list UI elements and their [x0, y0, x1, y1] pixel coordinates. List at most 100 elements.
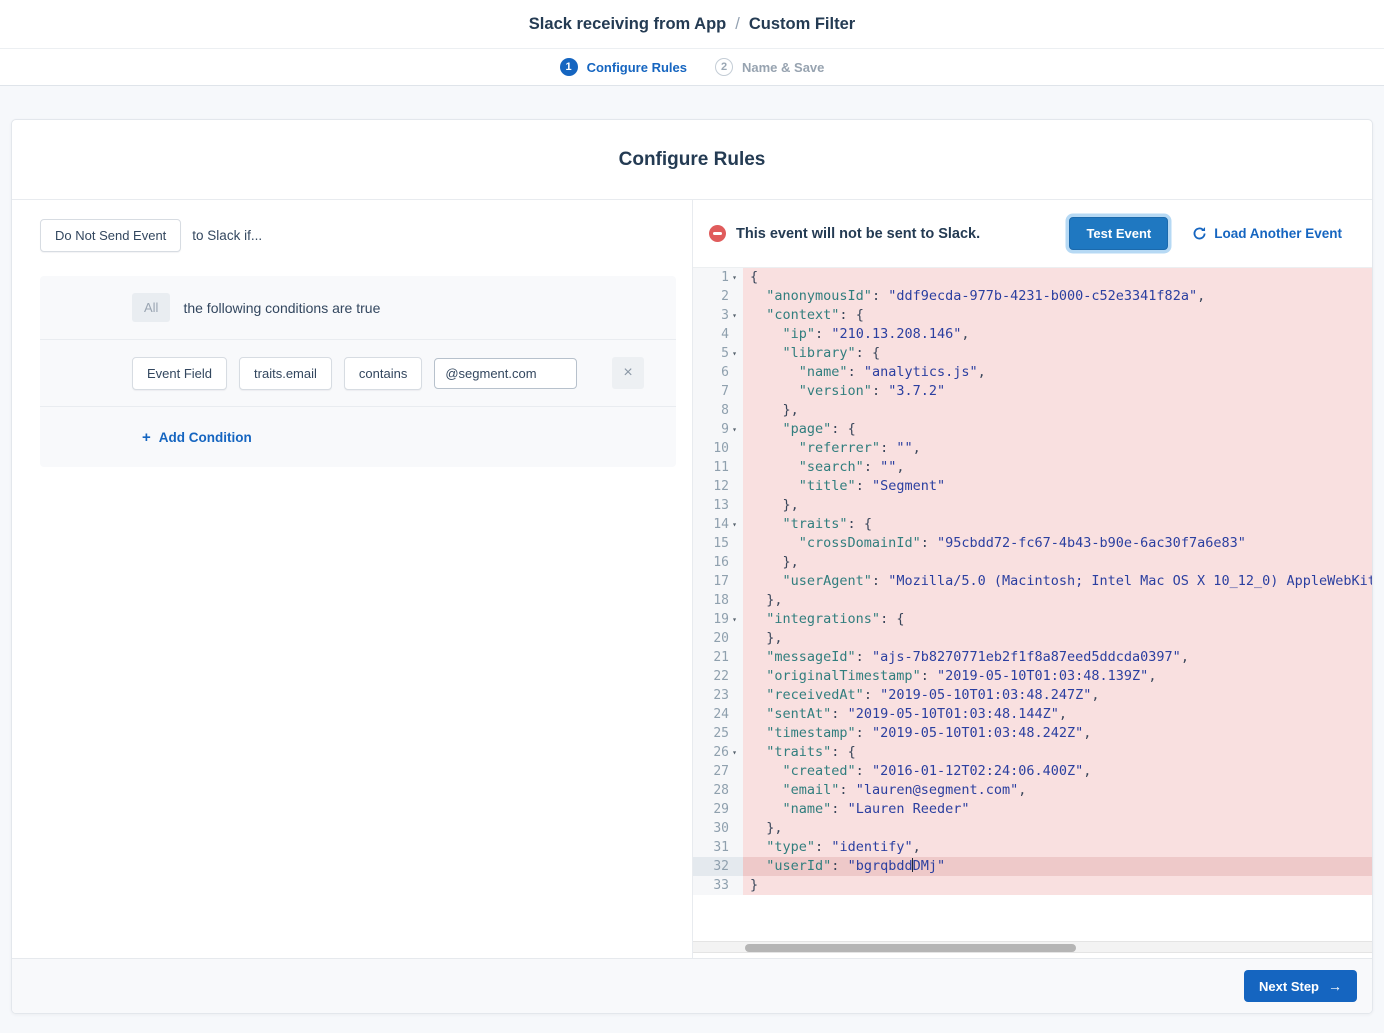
json-editor[interactable]: 1▾{2 "anonymousId": "ddf9ecda-977b-4231-…: [693, 267, 1372, 958]
editor-line-12[interactable]: 12 "title": "Segment": [693, 477, 1372, 496]
editor-code-cell[interactable]: },: [743, 496, 1372, 515]
editor-line-25[interactable]: 25 "timestamp": "2019-05-10T01:03:48.242…: [693, 724, 1372, 743]
editor-code-cell[interactable]: "crossDomainId": "95cbdd72-fc67-4b43-b90…: [743, 534, 1372, 553]
editor-code-cell[interactable]: },: [743, 401, 1372, 420]
editor-line-31[interactable]: 31 "type": "identify",: [693, 838, 1372, 857]
editor-line-2[interactable]: 2 "anonymousId": "ddf9ecda-977b-4231-b00…: [693, 287, 1372, 306]
editor-line-4[interactable]: 4 "ip": "210.13.208.146",: [693, 325, 1372, 344]
editor-line-7[interactable]: 7 "version": "3.7.2": [693, 382, 1372, 401]
editor-line-19[interactable]: 19▾ "integrations": {: [693, 610, 1372, 629]
fold-arrow-icon[interactable]: ▾: [729, 420, 740, 439]
editor-code-cell[interactable]: "originalTimestamp": "2019-05-10T01:03:4…: [743, 667, 1372, 686]
editor-code-cell[interactable]: "version": "3.7.2": [743, 382, 1372, 401]
line-number: 6: [721, 363, 729, 382]
editor-line-14[interactable]: 14▾ "traits": {: [693, 515, 1372, 534]
load-another-event-label: Load Another Event: [1214, 226, 1342, 241]
editor-code-cell[interactable]: },: [743, 819, 1372, 838]
editor-line-1[interactable]: 1▾{: [693, 268, 1372, 287]
remove-condition-button[interactable]: ×: [612, 357, 644, 389]
editor-code-cell[interactable]: "name": "analytics.js",: [743, 363, 1372, 382]
editor-code-cell[interactable]: "context": {: [743, 306, 1372, 325]
editor-code-cell[interactable]: "email": "lauren@segment.com",: [743, 781, 1372, 800]
editor-code-cell[interactable]: },: [743, 629, 1372, 648]
line-number: 10: [713, 439, 729, 458]
editor-code-cell[interactable]: "ip": "210.13.208.146",: [743, 325, 1372, 344]
editor-line-8[interactable]: 8 },: [693, 401, 1372, 420]
editor-line-9[interactable]: 9▾ "page": {: [693, 420, 1372, 439]
editor-code-cell[interactable]: "search": "",: [743, 458, 1372, 477]
editor-code-cell[interactable]: "integrations": {: [743, 610, 1372, 629]
editor-code-cell[interactable]: "name": "Lauren Reeder": [743, 800, 1372, 819]
add-condition-button[interactable]: + Add Condition: [142, 429, 252, 446]
fold-arrow-icon[interactable]: ▾: [729, 515, 740, 534]
editor-hscrollbar-thumb[interactable]: [745, 944, 1076, 952]
editor-code-cell[interactable]: "userAgent": "Mozilla/5.0 (Macintosh; In…: [743, 572, 1372, 591]
editor-line-18[interactable]: 18 },: [693, 591, 1372, 610]
editor-code-cell[interactable]: {: [743, 268, 1372, 287]
fold-arrow-icon[interactable]: ▾: [729, 743, 740, 762]
editor-code-cell[interactable]: "referrer": "",: [743, 439, 1372, 458]
editor-line-6[interactable]: 6 "name": "analytics.js",: [693, 363, 1372, 382]
editor-line-23[interactable]: 23 "receivedAt": "2019-05-10T01:03:48.24…: [693, 686, 1372, 705]
editor-code-cell[interactable]: "userId": "bgrqbddDMj": [743, 857, 1372, 876]
editor-line-20[interactable]: 20 },: [693, 629, 1372, 648]
editor-code-cell[interactable]: "traits": {: [743, 743, 1372, 762]
editor-line-5[interactable]: 5▾ "library": {: [693, 344, 1372, 363]
step-configure-rules[interactable]: 1 Configure Rules: [560, 58, 687, 76]
editor-line-24[interactable]: 24 "sentAt": "2019-05-10T01:03:48.144Z",: [693, 705, 1372, 724]
condition-value-input[interactable]: [434, 358, 577, 389]
editor-line-29[interactable]: 29 "name": "Lauren Reeder": [693, 800, 1372, 819]
editor-code-cell[interactable]: "receivedAt": "2019-05-10T01:03:48.247Z"…: [743, 686, 1372, 705]
editor-code-cell[interactable]: }: [743, 876, 1372, 895]
editor-line-28[interactable]: 28 "email": "lauren@segment.com",: [693, 781, 1372, 800]
breadcrumb-primary[interactable]: Slack receiving from App: [529, 15, 726, 34]
editor-gutter-cell: 31: [693, 838, 743, 857]
fold-arrow-icon[interactable]: ▾: [729, 306, 740, 325]
editor-code-cell[interactable]: "title": "Segment": [743, 477, 1372, 496]
condition-type-button[interactable]: Event Field: [132, 357, 227, 390]
line-number: 18: [713, 591, 729, 610]
editor-line-26[interactable]: 26▾ "traits": {: [693, 743, 1372, 762]
editor-line-15[interactable]: 15 "crossDomainId": "95cbdd72-fc67-4b43-…: [693, 534, 1372, 553]
editor-code-cell[interactable]: "messageId": "ajs-7b8270771eb2f1f8a87eed…: [743, 648, 1372, 667]
editor-code-cell[interactable]: },: [743, 591, 1372, 610]
editor-code-cell[interactable]: "sentAt": "2019-05-10T01:03:48.144Z",: [743, 705, 1372, 724]
editor-line-13[interactable]: 13 },: [693, 496, 1372, 515]
editor-code-cell[interactable]: "traits": {: [743, 515, 1372, 534]
step-name-and-save[interactable]: 2 Name & Save: [715, 58, 824, 76]
editor-hscrollbar[interactable]: [693, 941, 1372, 953]
line-number: 20: [713, 629, 729, 648]
editor-line-3[interactable]: 3▾ "context": {: [693, 306, 1372, 325]
editor-line-33[interactable]: 33}: [693, 876, 1372, 895]
editor-code-cell[interactable]: },: [743, 553, 1372, 572]
editor-code-cell[interactable]: "type": "identify",: [743, 838, 1372, 857]
editor-code-cell[interactable]: "created": "2016-01-12T02:24:06.400Z",: [743, 762, 1372, 781]
test-event-button[interactable]: Test Event: [1069, 217, 1168, 250]
editor-line-32[interactable]: 32 "userId": "bgrqbddDMj": [693, 857, 1372, 876]
condition-field-button[interactable]: traits.email: [239, 357, 332, 390]
editor-line-16[interactable]: 16 },: [693, 553, 1372, 572]
editor-code-cell[interactable]: "timestamp": "2019-05-10T01:03:48.242Z",: [743, 724, 1372, 743]
breadcrumb: Slack receiving from App / Custom Filter: [529, 15, 855, 34]
line-number: 21: [713, 648, 729, 667]
load-another-event-button[interactable]: Load Another Event: [1192, 226, 1342, 241]
editor-line-22[interactable]: 22 "originalTimestamp": "2019-05-10T01:0…: [693, 667, 1372, 686]
editor-line-30[interactable]: 30 },: [693, 819, 1372, 838]
next-step-button[interactable]: Next Step →: [1244, 970, 1357, 1002]
editor-gutter-cell: 6: [693, 363, 743, 382]
editor-line-10[interactable]: 10 "referrer": "",: [693, 439, 1372, 458]
editor-line-27[interactable]: 27 "created": "2016-01-12T02:24:06.400Z"…: [693, 762, 1372, 781]
fold-arrow-icon[interactable]: ▾: [729, 344, 740, 363]
condition-operator-button[interactable]: contains: [344, 357, 422, 390]
fold-arrow-icon[interactable]: ▾: [729, 268, 740, 287]
editor-code-cell[interactable]: "anonymousId": "ddf9ecda-977b-4231-b000-…: [743, 287, 1372, 306]
editor-code-cell[interactable]: "library": {: [743, 344, 1372, 363]
editor-code-cell[interactable]: "page": {: [743, 420, 1372, 439]
do-not-send-event-button[interactable]: Do Not Send Event: [40, 219, 181, 252]
editor-line-11[interactable]: 11 "search": "",: [693, 458, 1372, 477]
fold-arrow-icon[interactable]: ▾: [729, 610, 740, 629]
editor-gutter-cell: 23: [693, 686, 743, 705]
editor-line-21[interactable]: 21 "messageId": "ajs-7b8270771eb2f1f8a87…: [693, 648, 1372, 667]
operator-all-chip[interactable]: All: [132, 293, 170, 322]
editor-line-17[interactable]: 17 "userAgent": "Mozilla/5.0 (Macintosh;…: [693, 572, 1372, 591]
